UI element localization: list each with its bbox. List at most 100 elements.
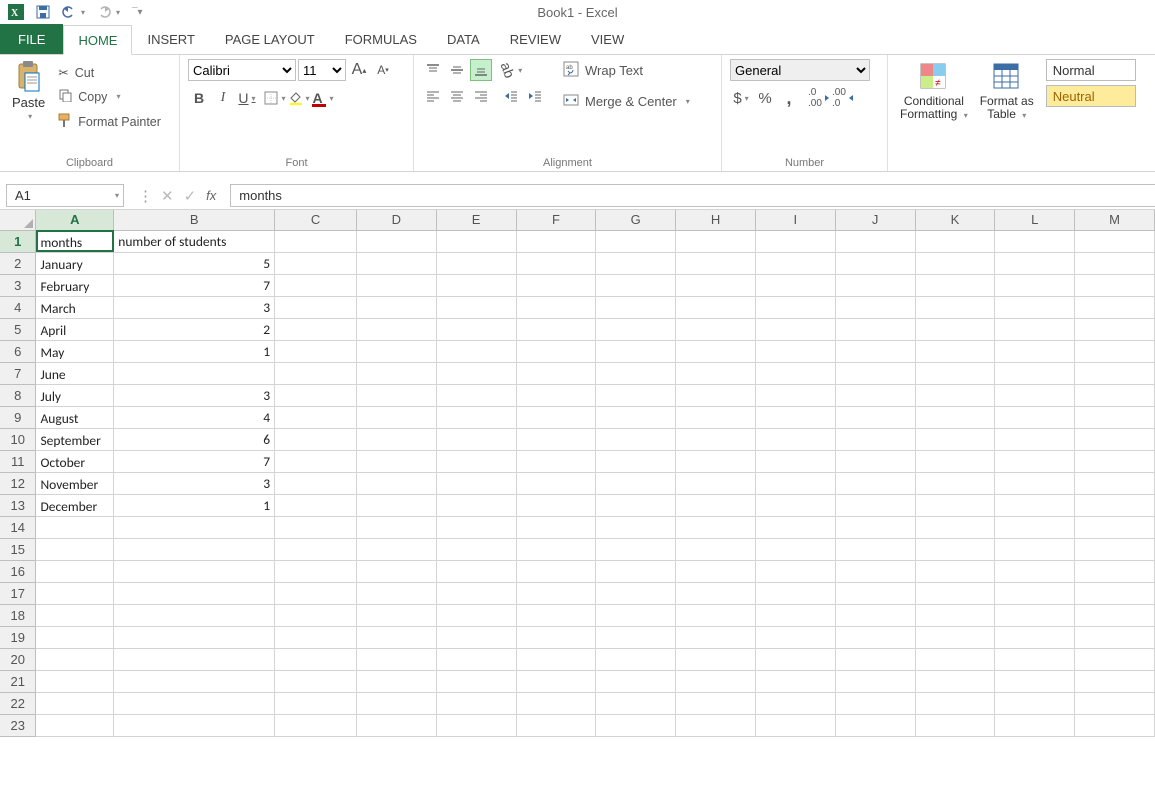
number-format-select[interactable]: General xyxy=(730,59,870,81)
align-right-button[interactable] xyxy=(470,85,492,107)
cell[interactable] xyxy=(676,252,756,274)
cell[interactable] xyxy=(835,428,915,450)
cell[interactable] xyxy=(1075,274,1155,296)
align-center-button[interactable] xyxy=(446,85,468,107)
cell[interactable]: months xyxy=(36,230,114,252)
save-button[interactable] xyxy=(32,5,54,19)
cell[interactable] xyxy=(436,428,516,450)
cell[interactable] xyxy=(436,340,516,362)
cell[interactable] xyxy=(835,252,915,274)
cell[interactable] xyxy=(1075,318,1155,340)
cell[interactable] xyxy=(275,604,357,626)
cell[interactable] xyxy=(36,604,114,626)
cell[interactable] xyxy=(755,428,835,450)
cell[interactable] xyxy=(516,648,596,670)
cell[interactable] xyxy=(755,472,835,494)
cell[interactable] xyxy=(436,626,516,648)
cell[interactable]: November xyxy=(36,472,114,494)
row-header[interactable]: 17 xyxy=(0,582,36,604)
cell[interactable] xyxy=(356,450,436,472)
cell[interactable] xyxy=(676,230,756,252)
cell[interactable] xyxy=(516,538,596,560)
cell[interactable]: 4 xyxy=(114,406,275,428)
cell[interactable] xyxy=(995,296,1075,318)
cell[interactable]: 6 xyxy=(114,428,275,450)
row-header[interactable]: 10 xyxy=(0,428,36,450)
cell[interactable] xyxy=(275,428,357,450)
row-header[interactable]: 21 xyxy=(0,670,36,692)
cell[interactable] xyxy=(995,604,1075,626)
cell[interactable]: 3 xyxy=(114,296,275,318)
cell[interactable] xyxy=(995,252,1075,274)
cell[interactable] xyxy=(835,582,915,604)
cell[interactable] xyxy=(516,494,596,516)
cell[interactable] xyxy=(676,428,756,450)
cell[interactable] xyxy=(516,340,596,362)
chevron-down-icon[interactable]: ▾ xyxy=(305,94,309,103)
cell[interactable] xyxy=(356,648,436,670)
fill-color-button[interactable]: ▾ xyxy=(288,87,310,109)
cell[interactable] xyxy=(915,362,995,384)
column-header[interactable]: D xyxy=(356,210,436,230)
cell[interactable] xyxy=(1075,626,1155,648)
cell[interactable] xyxy=(1075,406,1155,428)
cell[interactable] xyxy=(1075,516,1155,538)
cell[interactable] xyxy=(275,384,357,406)
cell[interactable] xyxy=(755,450,835,472)
row-header[interactable]: 5 xyxy=(0,318,36,340)
cell[interactable] xyxy=(995,692,1075,714)
tab-page-layout[interactable]: PAGE LAYOUT xyxy=(210,24,330,54)
cell[interactable] xyxy=(915,274,995,296)
cell[interactable] xyxy=(436,472,516,494)
cell[interactable] xyxy=(676,692,756,714)
cell[interactable] xyxy=(1075,648,1155,670)
paste-button[interactable]: Paste ▾ xyxy=(8,59,49,123)
chevron-down-icon[interactable]: ▾ xyxy=(28,112,32,121)
cell[interactable] xyxy=(995,582,1075,604)
cell[interactable] xyxy=(436,604,516,626)
chevron-down-icon[interactable]: ▾ xyxy=(116,8,120,17)
cell[interactable] xyxy=(516,626,596,648)
row-header[interactable]: 22 xyxy=(0,692,36,714)
cell[interactable] xyxy=(596,384,676,406)
tab-review[interactable]: REVIEW xyxy=(495,24,576,54)
cell[interactable] xyxy=(676,318,756,340)
chevron-down-icon[interactable]: ▾ xyxy=(81,8,85,17)
column-header[interactable]: K xyxy=(915,210,995,230)
cell[interactable] xyxy=(1075,714,1155,736)
cell[interactable] xyxy=(1075,362,1155,384)
row-header[interactable]: 16 xyxy=(0,560,36,582)
cell[interactable] xyxy=(995,340,1075,362)
cell[interactable] xyxy=(835,450,915,472)
cell[interactable] xyxy=(755,648,835,670)
chevron-down-icon[interactable]: ▾ xyxy=(115,191,119,200)
cell[interactable] xyxy=(596,450,676,472)
column-header[interactable]: J xyxy=(835,210,915,230)
cell[interactable] xyxy=(356,384,436,406)
cell[interactable] xyxy=(835,384,915,406)
cell[interactable] xyxy=(275,692,357,714)
cell[interactable] xyxy=(516,252,596,274)
cell[interactable] xyxy=(835,648,915,670)
cell[interactable] xyxy=(356,274,436,296)
comma-format-button[interactable]: , xyxy=(778,87,800,109)
cell[interactable] xyxy=(995,384,1075,406)
cell[interactable] xyxy=(755,604,835,626)
cell[interactable] xyxy=(436,384,516,406)
cell[interactable] xyxy=(275,450,357,472)
cell[interactable]: September xyxy=(36,428,114,450)
cell[interactable] xyxy=(114,362,275,384)
cell[interactable] xyxy=(114,692,275,714)
cell[interactable] xyxy=(835,472,915,494)
cell[interactable] xyxy=(1075,428,1155,450)
wrap-text-button[interactable]: ab Wrap Text xyxy=(560,59,693,82)
cell[interactable] xyxy=(995,538,1075,560)
cell[interactable] xyxy=(275,538,357,560)
tab-file[interactable]: FILE xyxy=(0,24,63,54)
cell[interactable] xyxy=(36,560,114,582)
row-header[interactable]: 12 xyxy=(0,472,36,494)
tab-formulas[interactable]: FORMULAS xyxy=(330,24,432,54)
cell[interactable] xyxy=(755,362,835,384)
row-header[interactable]: 3 xyxy=(0,274,36,296)
cell[interactable] xyxy=(114,560,275,582)
